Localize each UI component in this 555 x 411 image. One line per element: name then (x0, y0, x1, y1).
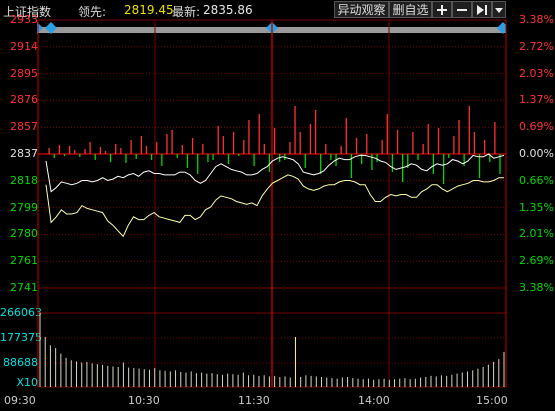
index-line (45, 153, 505, 193)
chart-grid (37, 19, 507, 388)
lead-line (45, 174, 504, 238)
price-lines (45, 153, 505, 238)
intraday-chart[interactable] (0, 0, 555, 411)
